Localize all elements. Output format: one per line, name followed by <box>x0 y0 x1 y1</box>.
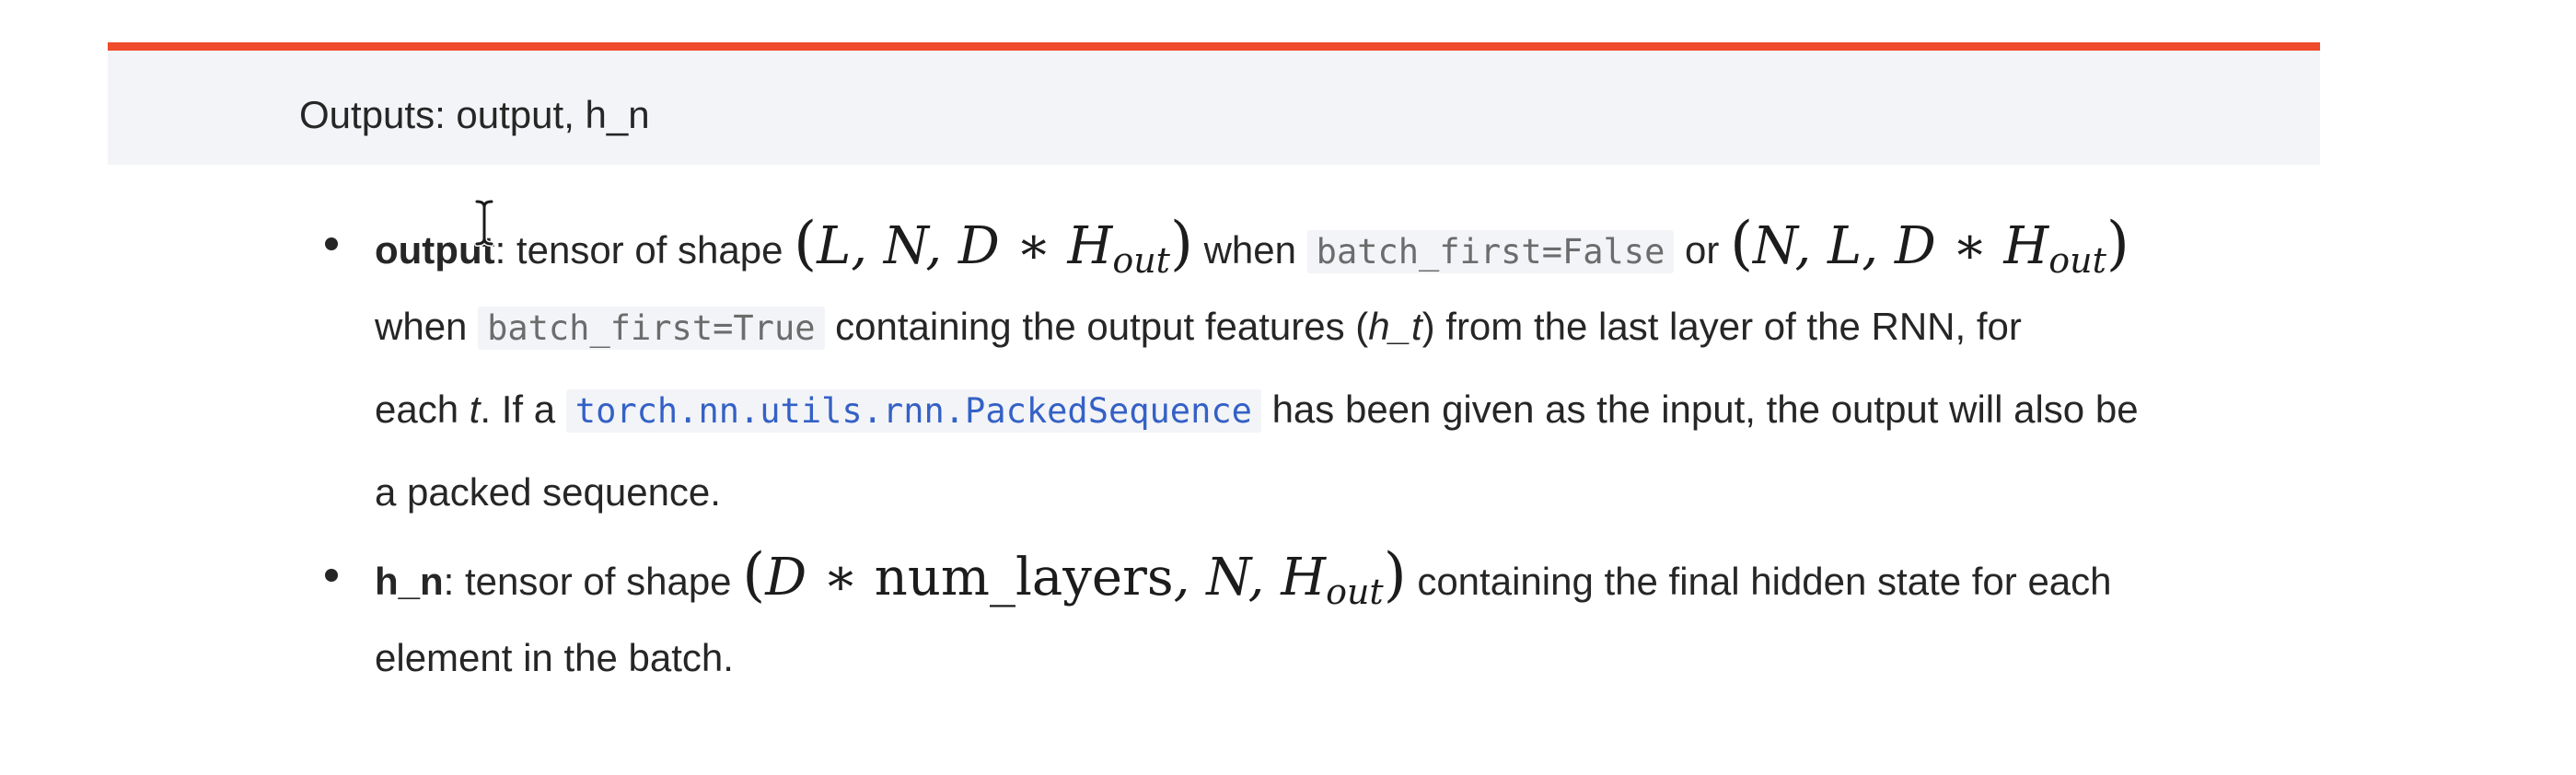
documentation-page: Outputs: output, h_n output: tensor of s… <box>0 0 2576 775</box>
output-text: when <box>1192 228 1307 272</box>
output-text: containing the output features ( <box>824 305 1369 348</box>
output-line-1: output: tensor of shape (L, N, D ∗ Hout)… <box>375 210 2129 281</box>
var-h-t: h_t <box>1368 305 1422 348</box>
h-n-line-2: element in the batch. <box>375 626 734 690</box>
output-text: . If a <box>480 388 566 431</box>
output-text: or <box>1674 228 1731 272</box>
math-shape-2: (N, L, D ∗ Hout) <box>1730 210 2129 281</box>
output-text: has been given as the input, the output … <box>1260 388 2139 431</box>
h-n-text: : tensor of shape <box>443 560 743 603</box>
bullet <box>325 569 338 582</box>
output-line-3: each t. If a torch.nn.utils.rnn.PackedSe… <box>375 377 2139 442</box>
term-h-n: h_n <box>375 560 444 603</box>
output-text: when <box>375 305 479 348</box>
output-text: : tensor of shape <box>494 228 795 272</box>
packed-sequence-link[interactable]: torch.nn.utils.rnn.PackedSequence <box>565 389 1261 433</box>
outputs-admonition: Outputs: output, h_n <box>108 42 2320 165</box>
math-shape-h-n: (D ∗ num_layers, N, Hout) <box>742 541 1407 612</box>
output-text: a packed sequence. <box>375 470 721 514</box>
output-line-4: a packed sequence. <box>375 460 721 525</box>
math-shape-1: (L, N, D ∗ Hout) <box>794 210 1193 281</box>
term-output: output <box>375 228 495 272</box>
code-batch-first-true: batch_first=True <box>478 307 825 350</box>
bullet <box>325 237 338 250</box>
output-text: each <box>375 388 470 431</box>
code-batch-first-false: batch_first=False <box>1306 230 1675 273</box>
output-text: ) from the last layer of the RNN, for <box>1421 305 2022 348</box>
var-t: t <box>469 388 481 431</box>
h-n-line-1: h_n: tensor of shape (D ∗ num_layers, N,… <box>375 541 2112 612</box>
output-line-2: when batch_first=True containing the out… <box>375 295 2022 359</box>
h-n-text: element in the batch. <box>375 636 734 679</box>
admonition-title: Outputs: output, h_n <box>299 93 650 136</box>
h-n-text: containing the final hidden state for ea… <box>1406 560 2112 603</box>
